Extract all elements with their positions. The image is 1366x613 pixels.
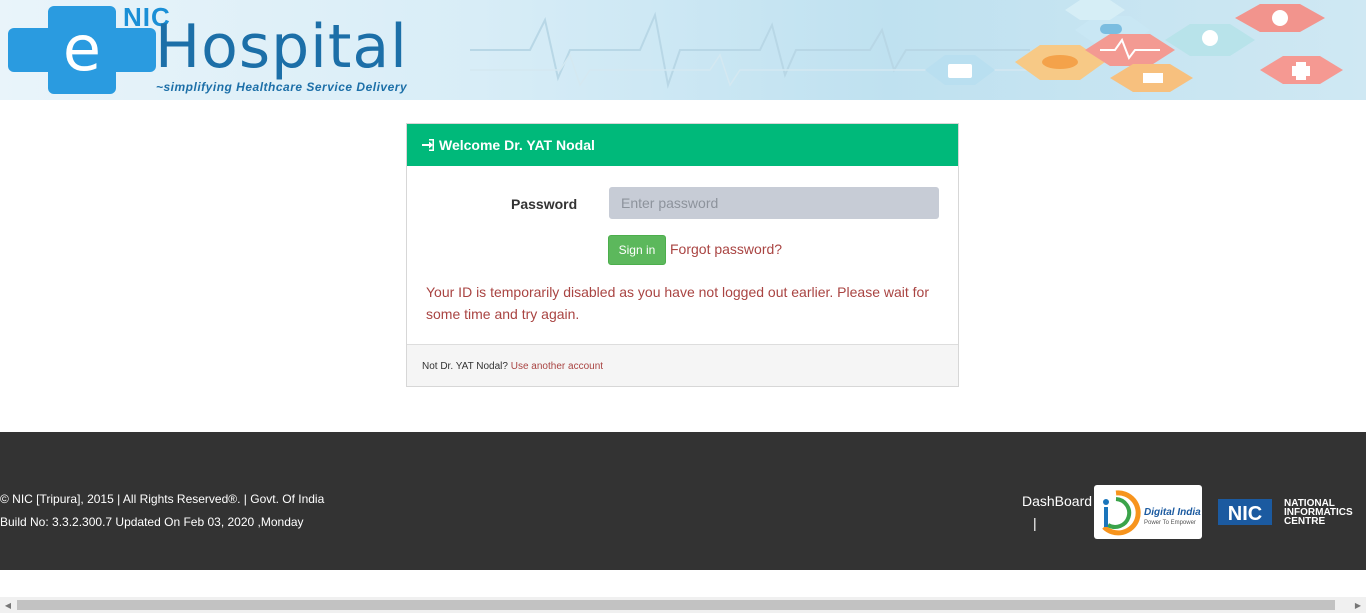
error-message: Your ID is temporarily disabled as you h… <box>426 284 929 322</box>
password-label: Password <box>511 196 578 212</box>
scrollbar-thumb[interactable] <box>17 600 1335 610</box>
login-panel: Welcome Dr. YAT Nodal Password Sign in F… <box>406 123 959 387</box>
svg-text:NIC: NIC <box>1228 503 1262 525</box>
password-input[interactable] <box>609 187 939 219</box>
forgot-password-link[interactable]: Forgot password? <box>670 241 782 257</box>
nic-logo[interactable]: NIC NATIONAL INFORMATICS CENTRE <box>1218 495 1366 531</box>
not-user-text: Not Dr. YAT Nodal? <box>422 361 508 372</box>
page-footer: © NIC [Tripura], 2015 | All Rights Reser… <box>0 432 1366 570</box>
footer-info: © NIC [Tripura], 2015 | All Rights Reser… <box>0 488 324 534</box>
digital-india-title: Digital India <box>1144 507 1201 518</box>
footer-separator: | <box>1033 515 1037 531</box>
nic-emblem-icon: NIC NATIONAL INFORMATICS CENTRE <box>1218 498 1353 527</box>
sign-in-icon <box>422 139 434 151</box>
login-panel-footer: Not Dr. YAT Nodal? Use another account <box>407 344 958 386</box>
login-panel-header: Welcome Dr. YAT Nodal <box>407 124 958 166</box>
digital-india-subtitle: Power To Empower <box>1144 520 1196 526</box>
digital-india-icon: Digital India Power To Empower <box>1102 490 1201 536</box>
use-another-account-link[interactable]: Use another account <box>511 361 603 372</box>
logo-e: e <box>63 12 101 85</box>
logo-title: Hospital <box>155 12 408 82</box>
sign-in-button[interactable]: Sign in <box>608 235 666 265</box>
medical-icons-decoration <box>925 0 1343 92</box>
nic-line-3: CENTRE <box>1284 516 1325 527</box>
logo-tagline: ~simplifying Healthcare Service Delivery <box>156 80 408 94</box>
dashboard-link[interactable]: DashBoard <box>1022 493 1092 509</box>
copyright-text: © NIC [Tripura], 2015 | All Rights Reser… <box>0 492 325 506</box>
scroll-right-arrow-icon[interactable]: ▶ <box>1350 597 1366 613</box>
build-info-text: Build No: 3.3.2.300.7 Updated On Feb 03,… <box>0 515 304 529</box>
horizontal-scrollbar[interactable]: ◀ ▶ <box>0 597 1366 613</box>
scroll-left-arrow-icon[interactable]: ◀ <box>0 597 16 613</box>
login-title: Welcome Dr. YAT Nodal <box>439 137 595 153</box>
digital-india-logo[interactable]: Digital India Power To Empower <box>1094 485 1202 539</box>
app-header: e NIC Hospital ~simplifying Healthcare S… <box>0 0 1366 100</box>
